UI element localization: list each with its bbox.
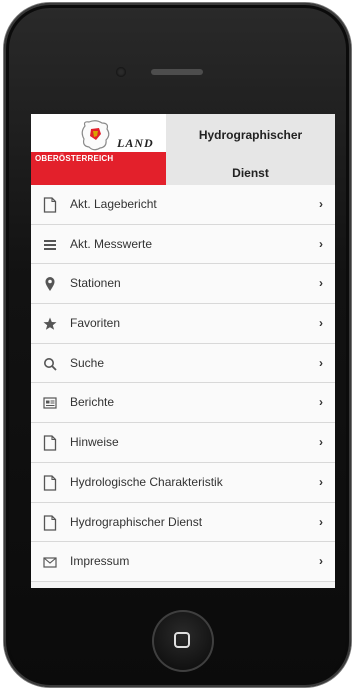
menu-item-hydrographischer-dienst[interactable]: Hydrographischer Dienst › [31,502,335,543]
app-title-box: Hydrographischer Dienst [166,114,335,185]
chevron-right-icon: › [319,554,323,569]
menu-item-favoriten[interactable]: Favoriten › [31,304,335,344]
menu-item-berichte[interactable]: Berichte › [31,383,335,424]
phone-frame: LAND OBERÖSTERREICH Hydrographischer Die… [4,3,351,687]
main-menu: Akt. Lagebericht › Akt. Messwerte › Stat… [31,185,335,582]
list-icon [42,237,58,253]
menu-item-hinweise[interactable]: Hinweise › [31,423,335,463]
map-pin-icon [42,276,58,292]
logo-red-bar: OBERÖSTERREICH [31,152,166,185]
menu-item-label: Favoriten [70,316,121,331]
report-icon [42,395,58,411]
menu-item-label: Akt. Lagebericht [70,197,157,211]
menu-item-lagebericht[interactable]: Akt. Lagebericht › [31,185,335,225]
menu-item-suche[interactable]: Suche › [31,343,335,384]
menu-item-label: Stationen [70,276,121,291]
document-icon [42,475,58,491]
star-icon [42,316,58,332]
chevron-right-icon: › [319,395,323,410]
phone-screen: LAND OBERÖSTERREICH Hydrographischer Die… [31,114,335,588]
home-button[interactable] [152,610,214,672]
chevron-right-icon: › [319,435,323,450]
search-icon [42,356,58,372]
menu-item-messwerte[interactable]: Akt. Messwerte › [31,224,335,265]
logo-state-text: OBERÖSTERREICH [35,154,114,163]
document-icon [42,514,58,531]
chevron-right-icon: › [319,316,323,331]
front-camera [116,67,126,77]
menu-item-label: Suche [70,355,105,370]
earpiece-speaker [151,69,203,75]
chevron-right-icon: › [319,197,323,211]
menu-item-label: Akt. Messwerte [70,236,153,251]
app-title-line1: Hydrographischer [198,128,303,142]
state-logo[interactable]: LAND OBERÖSTERREICH [31,114,166,185]
menu-item-label: Berichte [70,395,115,410]
logo-land-text: LAND [117,136,154,150]
menu-item-impressum[interactable]: Impressum › [31,542,335,582]
document-icon [42,197,58,213]
app-header: LAND OBERÖSTERREICH Hydrographischer Die… [31,114,335,185]
chevron-right-icon: › [319,355,323,370]
chevron-right-icon: › [319,474,323,489]
menu-item-label: Hydrographischer Dienst [70,514,203,529]
menu-item-label: Hinweise [70,435,119,450]
menu-item-hydrologische-charakteristik[interactable]: Hydrologische Charakteristik › [31,462,335,503]
mail-icon [42,554,58,570]
document-icon [42,435,58,451]
menu-item-label: Impressum [70,554,130,569]
home-square-icon [174,632,190,648]
chevron-right-icon: › [319,276,323,291]
chevron-right-icon: › [319,514,323,529]
crest-icon [81,120,110,151]
menu-item-label: Hydrologische Charakteristik [70,474,223,489]
app-title-line2: Dienst [232,166,269,180]
chevron-right-icon: › [319,236,323,251]
menu-item-stationen[interactable]: Stationen › [31,264,335,305]
